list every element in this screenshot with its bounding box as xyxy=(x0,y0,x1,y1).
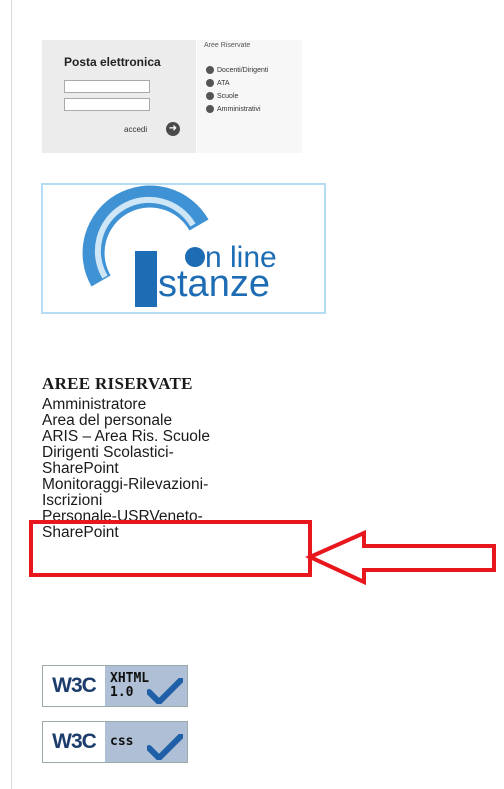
arrow-circle-icon xyxy=(206,79,214,87)
css-label-panel: css xyxy=(105,722,187,762)
checkmark-icon xyxy=(147,678,183,704)
username-field[interactable] xyxy=(64,80,150,93)
link-monitoraggi-line2[interactable]: Iscrizioni xyxy=(42,493,302,509)
area-personale-widget: Aree Riservate Docenti/Dirigenti ATA Scu… xyxy=(197,40,302,153)
page-divider xyxy=(11,0,12,789)
link-area-personale[interactable]: Area del personale xyxy=(42,413,302,429)
istanze-online-banner[interactable]: n line stanze xyxy=(41,183,326,314)
w3c-logo: W3C xyxy=(43,666,105,706)
banner-stanze-text: stanze xyxy=(158,263,270,305)
area-link-ata[interactable]: ATA xyxy=(206,79,230,87)
password-field[interactable] xyxy=(64,98,150,111)
w3c-css-badge[interactable]: W3C css xyxy=(42,721,188,763)
w3c-logo: W3C xyxy=(43,722,105,762)
area-link-amministrativi[interactable]: Amministrativi xyxy=(206,105,261,113)
xhtml-label: XHTML xyxy=(110,671,150,686)
aree-riservate-title: AREE RISERVATE xyxy=(42,374,193,393)
aree-riservate-section: AREE RISERVATE Amministratore Area del p… xyxy=(42,374,302,541)
arrow-circle-icon xyxy=(206,92,214,100)
mail-title: Posta elettronica xyxy=(64,55,161,69)
link-aris[interactable]: ARIS – Area Ris. Scuole xyxy=(42,429,302,445)
area-title: Aree Riservate xyxy=(204,42,251,49)
xhtml-label-panel: XHTML 1.0 xyxy=(105,666,187,706)
link-monitoraggi-line1[interactable]: Monitoraggi-Rilevazioni- xyxy=(42,477,302,493)
area-link-scuole[interactable]: Scuole xyxy=(206,92,238,100)
link-amministratore[interactable]: Amministratore xyxy=(42,397,302,413)
posta-elettronica-widget: Posta elettronica accedi ➜ xyxy=(42,40,196,153)
link-dirigenti-sharepoint-line2[interactable]: SharePoint xyxy=(42,461,302,477)
arrow-circle-icon xyxy=(206,66,214,74)
area-link-docenti[interactable]: Docenti/Dirigenti xyxy=(206,66,268,74)
link-dirigenti-sharepoint-line1[interactable]: Dirigenti Scolastici- xyxy=(42,445,302,461)
accedi-label[interactable]: accedi xyxy=(124,125,147,134)
w3c-xhtml-badge[interactable]: W3C XHTML 1.0 xyxy=(42,665,188,707)
highlight-box xyxy=(29,520,312,577)
arrow-circle-icon xyxy=(206,105,214,113)
xhtml-version: 1.0 xyxy=(110,685,134,700)
accedi-arrow-icon[interactable]: ➜ xyxy=(166,122,180,136)
checkmark-icon xyxy=(147,734,183,760)
css-label: css xyxy=(110,734,134,749)
left-arrow-icon xyxy=(305,530,496,586)
